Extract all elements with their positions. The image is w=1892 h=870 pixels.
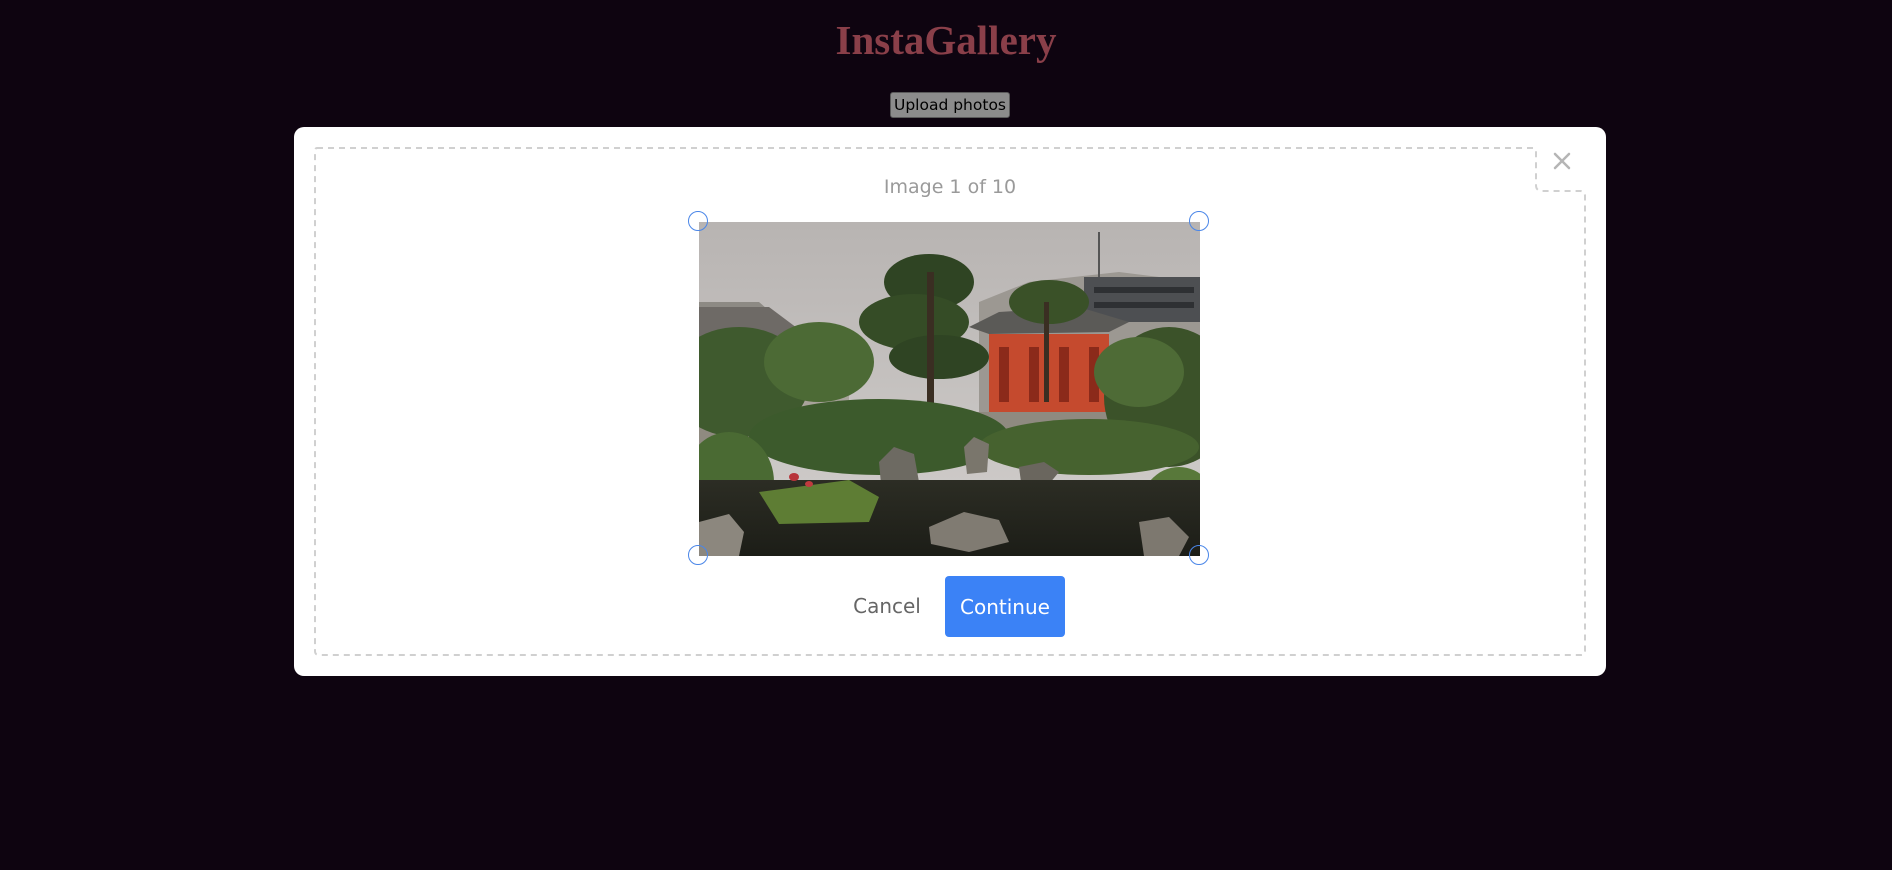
image-counter: Image 1 of 10: [883, 176, 1017, 198]
close-button[interactable]: [1548, 147, 1576, 175]
crop-handle-top-right[interactable]: [1189, 211, 1209, 231]
crop-handle-bottom-left[interactable]: [688, 545, 708, 565]
temple-garden-image: [699, 222, 1200, 556]
app-title: InstaGallery: [835, 17, 1057, 63]
crop-area[interactable]: [688, 211, 1209, 565]
cancel-button[interactable]: Cancel: [839, 576, 935, 636]
image-crop-modal: Image 1 of 10 Cancel Continue: [294, 127, 1606, 676]
crop-handle-bottom-right[interactable]: [1189, 545, 1209, 565]
close-icon: [1553, 152, 1571, 170]
crop-handle-top-left[interactable]: [688, 211, 708, 231]
photo-preview: [699, 222, 1200, 556]
continue-button[interactable]: Continue: [945, 576, 1065, 637]
upload-photos-button[interactable]: Upload photos: [890, 92, 1010, 118]
